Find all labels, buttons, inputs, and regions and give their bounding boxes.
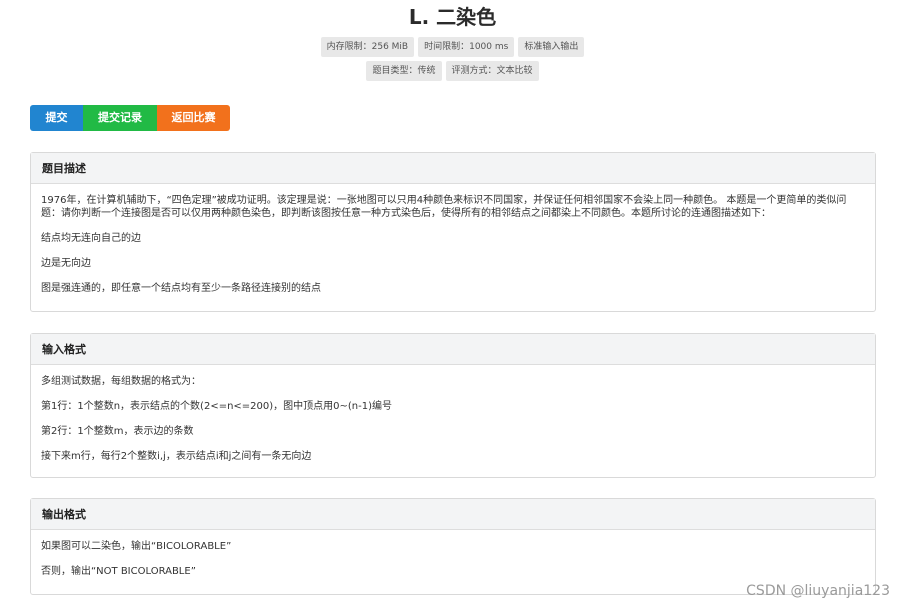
- problem-title: L. 二染色: [408, 5, 497, 29]
- problem-type-tag: 题目类型：传统: [366, 61, 442, 81]
- time-limit-tag: 时间限制：1000 ms: [418, 37, 515, 57]
- output-format-panel: 输出格式 如果图可以二染色，输出“BICOLORABLE” 否则，输出“NOT …: [30, 498, 876, 595]
- output-format-heading: 输出格式: [31, 499, 875, 530]
- submit-button[interactable]: 提交: [30, 105, 83, 131]
- input-format-paragraph: 第2行：1个整数m，表示边的条数: [41, 426, 194, 437]
- input-format-paragraph: 接下来m行，每行2个整数i,j，表示结点i和j之间有一条无向边: [41, 451, 312, 462]
- input-format-paragraph: 第1行：1个整数n，表示结点的个数(2<=n<=200)，图中顶点用0~(n-1…: [41, 401, 393, 412]
- description-paragraph: 图是强连通的，即任意一个结点均有至少一条路径连接别的结点: [41, 283, 321, 294]
- description-paragraph: 1976年，在计算机辅助下，“四色定理”被成功证明。该定理是说：一张地图可以只用…: [41, 195, 847, 219]
- problem-limits: 内存限制：256 MiB 时间限制：1000 ms 标准输入输出: [0, 37, 905, 57]
- input-format-paragraph: 多组测试数据，每组数据的格式为：: [41, 376, 201, 387]
- input-format-heading: 输入格式: [31, 334, 875, 365]
- submission-records-button[interactable]: 提交记录: [83, 105, 157, 131]
- problem-meta: 题目类型：传统 评测方式：文本比较: [0, 61, 905, 81]
- input-format-panel: 输入格式 多组测试数据，每组数据的格式为： 第1行：1个整数n，表示结点的个数(…: [30, 333, 876, 478]
- description-heading: 题目描述: [31, 153, 875, 184]
- judge-mode-tag: 评测方式：文本比较: [445, 61, 539, 81]
- output-format-paragraph: 否则，输出“NOT BICOLORABLE”: [41, 566, 196, 577]
- action-buttons: 提交 提交记录 返回比赛: [30, 105, 230, 131]
- description-paragraph: 结点均无连向自己的边: [41, 233, 141, 244]
- io-mode-tag: 标准输入输出: [518, 37, 585, 57]
- description-paragraph: 边是无向边: [41, 258, 91, 269]
- description-panel: 题目描述 1976年，在计算机辅助下，“四色定理”被成功证明。该定理是说：一张地…: [30, 152, 876, 312]
- back-to-contest-button[interactable]: 返回比赛: [157, 105, 230, 131]
- memory-limit-tag: 内存限制：256 MiB: [320, 37, 415, 57]
- output-format-paragraph: 如果图可以二染色，输出“BICOLORABLE”: [41, 541, 232, 552]
- csdn-watermark: CSDN @liuyanjia123: [746, 583, 890, 599]
